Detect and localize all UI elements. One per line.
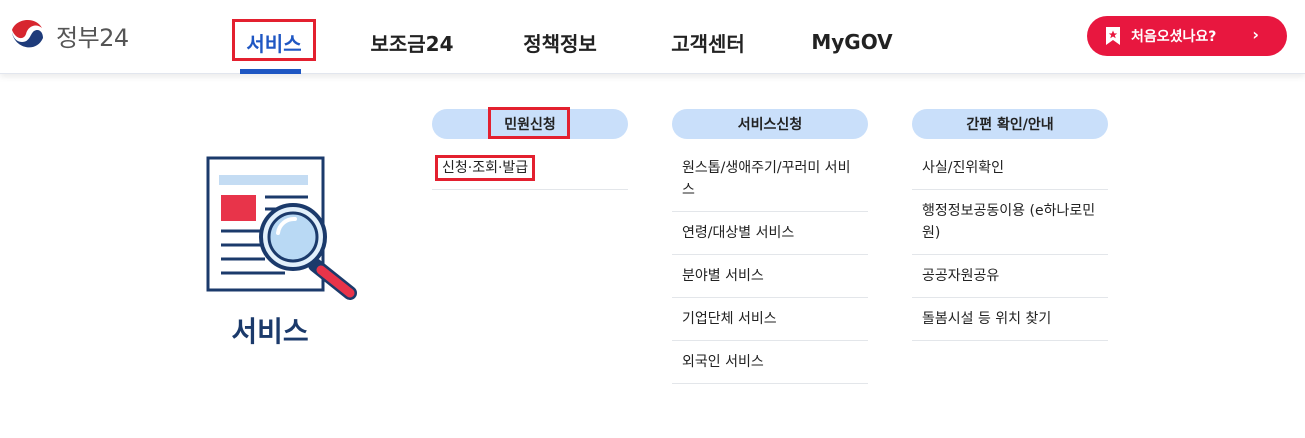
site-header: 정부24 서비스 보조금24 정책정보 고객센터 MyGOV 처음오셨나요? › xyxy=(0,0,1305,74)
column-heading: 서비스신청 xyxy=(672,109,868,139)
logo-text: 정부24 xyxy=(56,23,129,52)
list-item-label: 신청·조회·발급 xyxy=(435,155,536,181)
nav-item-mygov[interactable]: MyGOV xyxy=(811,22,893,62)
heading-highlight-box xyxy=(488,107,570,139)
list-item[interactable]: 행정정보공동이용 (e하나로민원) xyxy=(912,190,1108,255)
nav-item-customer-center[interactable]: 고객센터 xyxy=(664,22,752,62)
bookmark-star-icon xyxy=(1106,27,1120,45)
list-item-label: 행정정보공동이용 (e하나로민원) xyxy=(922,203,1096,241)
column-list: 신청·조회·발급 xyxy=(432,147,628,190)
nav-item-label: 고객센터 xyxy=(671,31,745,56)
list-item[interactable]: 공공자원공유 xyxy=(912,255,1108,298)
nav-item-service[interactable]: 서비스 xyxy=(232,19,316,62)
list-item-label: 분야별 서비스 xyxy=(682,268,764,284)
column-heading-label: 간편 확인/안내 xyxy=(966,117,1054,133)
list-item-label: 외국인 서비스 xyxy=(682,354,764,370)
nav-item-subsidy[interactable]: 보조금24 xyxy=(368,22,456,62)
first-visit-button[interactable]: 처음오셨나요? › xyxy=(1087,16,1287,56)
list-item-label: 돌봄시설 등 위치 찾기 xyxy=(922,311,1052,327)
list-item[interactable]: 사실/진위확인 xyxy=(912,147,1108,190)
chevron-right-icon: › xyxy=(1252,25,1259,44)
list-item[interactable]: 기업단체 서비스 xyxy=(672,298,868,341)
list-item-label: 기업단체 서비스 xyxy=(682,311,777,327)
menu-column-civil-complaint: 민원신청 신청·조회·발급 xyxy=(432,107,628,190)
list-item[interactable]: 돌봄시설 등 위치 찾기 xyxy=(912,298,1108,341)
taegeuk-logo-icon xyxy=(7,15,47,55)
nav-item-policy[interactable]: 정책정보 xyxy=(516,22,604,62)
column-heading-label: 서비스신청 xyxy=(737,117,803,133)
list-item-label: 공공자원공유 xyxy=(922,268,1000,284)
column-heading: 간편 확인/안내 xyxy=(912,109,1108,139)
section-title: 서비스 xyxy=(231,315,309,348)
list-item[interactable]: 분야별 서비스 xyxy=(672,255,868,298)
menu-column-service-application: 서비스신청 원스톱/생애주기/꾸러미 서비스 연령/대상별 서비스 분야별 서비… xyxy=(672,109,868,384)
list-item-label: 연령/대상별 서비스 xyxy=(682,225,795,241)
nav-item-label: 정책정보 xyxy=(523,31,597,56)
nav-highlight-box xyxy=(232,19,316,61)
list-item[interactable]: 원스톱/생애주기/꾸러미 서비스 xyxy=(672,147,868,212)
menu-column-quick-check: 간편 확인/안내 사실/진위확인 행정정보공동이용 (e하나로민원) 공공자원공… xyxy=(912,109,1108,341)
column-list: 사실/진위확인 행정정보공동이용 (e하나로민원) 공공자원공유 돌봄시설 등 … xyxy=(912,147,1108,341)
list-item[interactable]: 외국인 서비스 xyxy=(672,341,868,384)
column-heading: 민원신청 xyxy=(432,107,628,139)
list-item-label: 사실/진위확인 xyxy=(922,160,1004,176)
list-item[interactable]: 신청·조회·발급 xyxy=(432,147,628,190)
list-item[interactable]: 연령/대상별 서비스 xyxy=(672,212,868,255)
logo[interactable]: 정부24 xyxy=(6,14,129,56)
nav-item-label: MyGOV xyxy=(811,30,893,54)
list-item-label: 원스톱/생애주기/꾸러미 서비스 xyxy=(682,160,851,198)
document-search-icon xyxy=(206,156,357,300)
first-visit-label: 처음오셨나요? xyxy=(1131,29,1217,45)
nav-active-underline xyxy=(240,69,301,74)
column-list: 원스톱/생애주기/꾸러미 서비스 연령/대상별 서비스 분야별 서비스 기업단체… xyxy=(672,147,868,384)
nav-item-label: 보조금24 xyxy=(370,31,454,56)
